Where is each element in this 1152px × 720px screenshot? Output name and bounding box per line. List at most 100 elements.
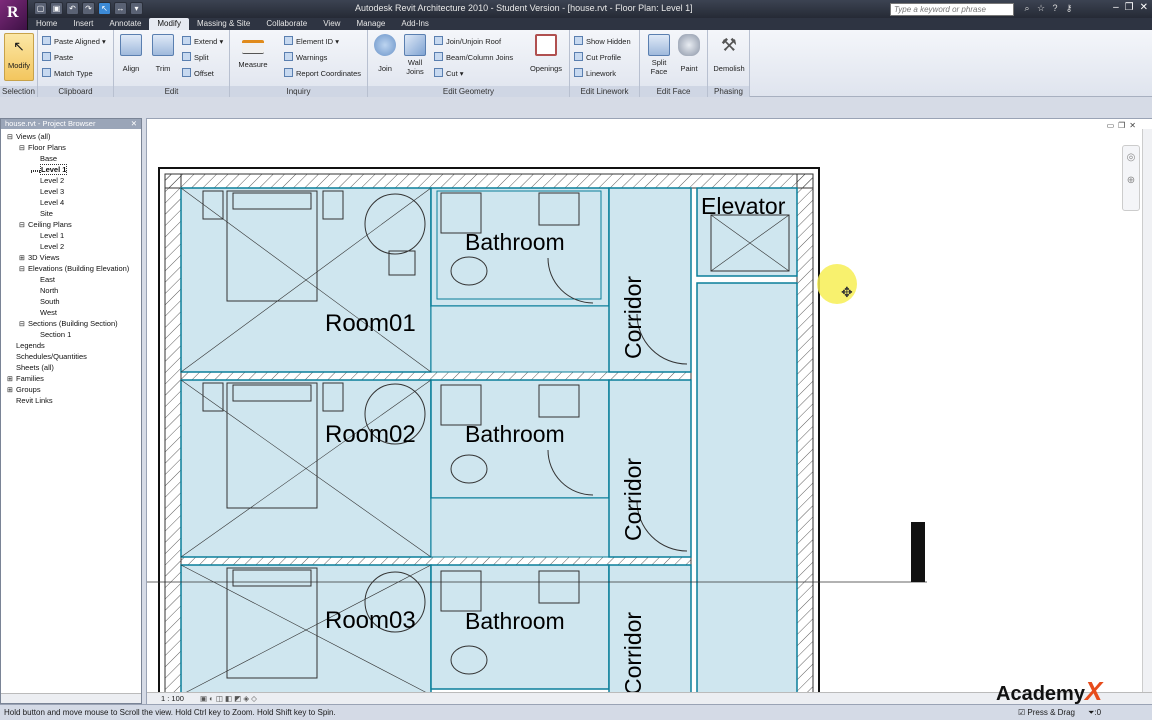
element-id-label: Element ID: [296, 37, 334, 46]
element-id-button[interactable]: Element ID ▾: [284, 36, 339, 47]
browser-item-families[interactable]: ⊞ Families: [1, 373, 141, 384]
browser-item-elevations-building-elevation-[interactable]: ⊟ Elevations (Building Elevation): [1, 263, 141, 274]
extend-button[interactable]: Extend ▾: [182, 36, 223, 47]
browser-item-groups[interactable]: ⊞ Groups: [1, 384, 141, 395]
browser-item-level-3[interactable]: Level 3: [1, 186, 141, 197]
offset-button[interactable]: Offset: [182, 68, 214, 79]
join-icon: [374, 34, 396, 56]
restore-icon[interactable]: ❐: [1125, 2, 1134, 13]
browser-item-ceiling-plans[interactable]: ⊟ Ceiling Plans: [1, 219, 141, 230]
tab-add-ins[interactable]: Add-Ins: [393, 18, 437, 30]
minimize-icon[interactable]: –: [1113, 2, 1119, 13]
east-wall: [796, 173, 814, 705]
tab-manage[interactable]: Manage: [348, 18, 393, 30]
cut-label: Cut: [446, 69, 458, 78]
star-icon[interactable]: ☆: [1036, 3, 1046, 14]
section-marker[interactable]: [911, 522, 925, 582]
binoculars-icon[interactable]: ⌕: [1022, 3, 1032, 14]
browser-item-legends[interactable]: Legends: [1, 340, 141, 351]
scale-label[interactable]: 1 : 100: [161, 694, 184, 703]
browser-item-label: Site: [40, 209, 53, 218]
browser-item-section-1[interactable]: Section 1: [1, 329, 141, 340]
view-control-icons[interactable]: ▣ ◐ ◫ ◧ ◩ ◈ ◇: [200, 694, 257, 703]
cut-profile-button[interactable]: Cut Profile: [574, 52, 621, 63]
tab-modify[interactable]: Modify: [149, 18, 189, 30]
floor-plan-drawing[interactable]: Room01 Room02 Room03 Bathroom Bathroom B…: [147, 119, 1152, 705]
browser-item-east[interactable]: East: [1, 274, 141, 285]
browser-item-south[interactable]: South: [1, 296, 141, 307]
wall-joins-button[interactable]: Wall Joins: [402, 34, 428, 76]
help-icon[interactable]: ?: [1050, 3, 1060, 14]
measure-button[interactable]: Measure: [236, 34, 270, 69]
status-message: Hold button and move mouse to Scroll the…: [4, 708, 336, 717]
dropdown-icon[interactable]: ▾: [130, 2, 143, 15]
tab-insert[interactable]: Insert: [65, 18, 101, 30]
browser-item-3d-views[interactable]: ⊞ 3D Views: [1, 252, 141, 263]
browser-item-views-all-[interactable]: ⊟ Views (all): [1, 131, 141, 142]
paste-aligned-button[interactable]: Paste Aligned ▾: [42, 36, 106, 47]
save-icon[interactable]: ▣: [50, 2, 63, 15]
paste-button[interactable]: Paste: [42, 52, 73, 63]
show-hidden-button[interactable]: Show Hidden: [574, 36, 631, 47]
align-button[interactable]: Align: [120, 34, 142, 73]
browser-item-level-1[interactable]: Level 1: [1, 164, 141, 175]
browser-item-level-2[interactable]: Level 2: [1, 175, 141, 186]
paint-button[interactable]: Paint: [676, 34, 702, 73]
browser-item-base[interactable]: Base: [1, 153, 141, 164]
panel-inquiry: Measure Element ID ▾ Warnings Report Coo…: [230, 30, 368, 97]
match-type-button[interactable]: Match Type: [42, 68, 93, 79]
open-icon[interactable]: ▢: [34, 2, 47, 15]
openings-button[interactable]: Openings: [528, 34, 564, 73]
press-drag-toggle[interactable]: ☑ Press & Drag: [1018, 705, 1075, 720]
measure-icon[interactable]: ↔: [114, 2, 127, 15]
filter-icon[interactable]: ⏷:0: [1088, 705, 1101, 720]
select-pointer-icon[interactable]: ↖: [98, 2, 111, 15]
trim-button[interactable]: Trim: [152, 34, 174, 73]
warnings-button[interactable]: Warnings: [284, 52, 327, 63]
browser-horizontal-scrollbar[interactable]: [1, 693, 141, 703]
key-icon[interactable]: ⚷: [1064, 3, 1074, 14]
tab-home[interactable]: Home: [28, 18, 65, 30]
browser-item-floor-plans[interactable]: ⊟ Floor Plans: [1, 142, 141, 153]
undo-icon[interactable]: ↶: [66, 2, 79, 15]
tab-collaborate[interactable]: Collaborate: [258, 18, 315, 30]
browser-tree: ⊟ Views (all) ⊟ Floor Plans Base Level 1 Level…: [1, 129, 141, 406]
demolish-button[interactable]: ⚒ Demolish: [711, 34, 747, 73]
join-unjoin-roof-button[interactable]: Join/Unjoin Roof: [434, 36, 501, 47]
split-face-button[interactable]: Split Face: [646, 34, 672, 76]
join-button[interactable]: Join: [372, 34, 398, 73]
split-face-label-2: Face: [650, 67, 668, 76]
close-icon[interactable]: ✕: [1140, 2, 1148, 13]
browser-item-site[interactable]: Site: [1, 208, 141, 219]
split-button[interactable]: Split: [182, 52, 209, 63]
redo-icon[interactable]: ↷: [82, 2, 95, 15]
modify-button[interactable]: ↖ Modify: [4, 33, 34, 81]
cut-button[interactable]: Cut ▾: [434, 68, 464, 79]
browser-item-level-4[interactable]: Level 4: [1, 197, 141, 208]
browser-item-north[interactable]: North: [1, 285, 141, 296]
browser-item-level-2[interactable]: Level 2: [1, 241, 141, 252]
zoom-icon[interactable]: ⊕: [1123, 175, 1139, 186]
view-vertical-scrollbar[interactable]: [1142, 129, 1152, 701]
tab-massing-site[interactable]: Massing & Site: [189, 18, 258, 30]
beam-column-joins-button[interactable]: Beam/Column Joins: [434, 52, 513, 63]
browser-item-west[interactable]: West: [1, 307, 141, 318]
tab-view[interactable]: View: [315, 18, 348, 30]
corridor2-label: Corridor: [620, 458, 646, 541]
browser-item-sheets-all-[interactable]: Sheets (all): [1, 362, 141, 373]
browser-item-schedules-quantities[interactable]: Schedules/Quantities: [1, 351, 141, 362]
floor-plan-view[interactable]: ▭ ❐ ✕ Room01 Room02 Room03 Bathroom Bath…: [146, 118, 1152, 705]
navigation-bar[interactable]: ◎ ⊕: [1122, 145, 1140, 211]
browser-item-revit-links[interactable]: Revit Links: [1, 395, 141, 406]
search-input[interactable]: Type a keyword or phrase: [890, 3, 1014, 16]
browser-item-sections-building-section-[interactable]: ⊟ Sections (Building Section): [1, 318, 141, 329]
browser-item-level-1[interactable]: Level 1: [1, 230, 141, 241]
steering-wheel-icon[interactable]: ◎: [1123, 152, 1139, 163]
north-wall: [164, 173, 814, 189]
linework-button[interactable]: Linework: [574, 68, 616, 79]
report-coordinates-button[interactable]: Report Coordinates: [284, 68, 361, 79]
tab-annotate[interactable]: Annotate: [101, 18, 149, 30]
application-menu-button[interactable]: R: [0, 0, 28, 30]
browser-item-label: Level 1: [40, 164, 68, 175]
close-browser-icon[interactable]: ✕: [131, 119, 137, 129]
